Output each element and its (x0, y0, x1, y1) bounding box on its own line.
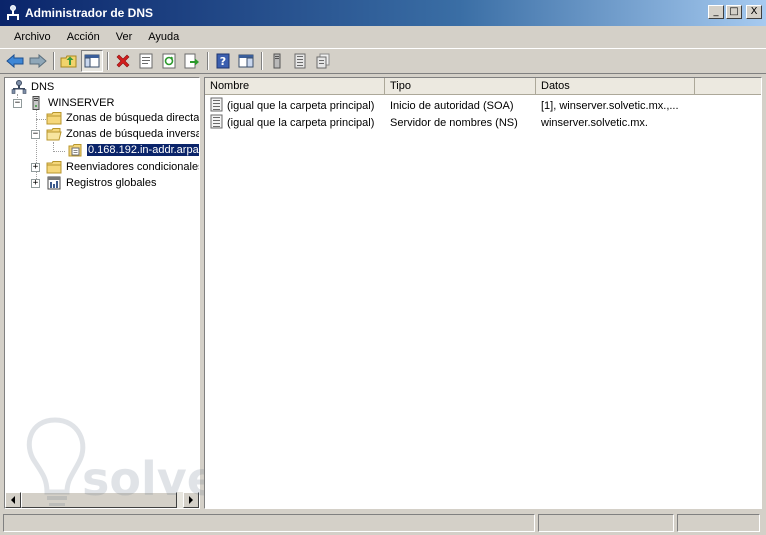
window-title: Administrador de DNS (25, 6, 154, 20)
expand-icon[interactable]: + (31, 178, 40, 188)
status-panel-main (3, 514, 535, 532)
tree-label-conditional-forwarders: Reenviadores condicionales (66, 161, 200, 173)
column-header-tipo[interactable]: Tipo (385, 78, 536, 95)
svg-text:?: ? (220, 55, 226, 68)
tree-item-reverse-zones[interactable]: − Zonas de búsqueda inversa (31, 126, 200, 142)
tree-item-winserver[interactable]: − WINSERVER (13, 95, 114, 111)
scroll-right-icon[interactable] (183, 492, 199, 508)
row-type: Inicio de autoridad (SOA) (390, 99, 514, 112)
up-folder-icon[interactable] (58, 50, 80, 72)
tree-label-global-logs: Registros globales (66, 177, 157, 189)
tree-item-forward-zones[interactable]: Zonas de búsqueda directa (46, 110, 199, 126)
folder-open-icon (46, 127, 62, 141)
zone-file-icon (67, 143, 83, 157)
tree-line (53, 151, 65, 152)
close-button[interactable]: X (746, 5, 762, 19)
scroll-thumb[interactable] (21, 492, 177, 508)
column-header-empty (695, 78, 761, 95)
column-header-nombre[interactable]: Nombre (205, 78, 385, 95)
server-icon (28, 96, 44, 110)
dns-icon (11, 80, 27, 94)
tree-label-forward-zones: Zonas de búsqueda directa (66, 112, 200, 124)
menu-accion[interactable]: Acción (61, 31, 106, 43)
list-header: Nombre Tipo Datos (205, 78, 761, 95)
record-icon (205, 114, 227, 132)
title-bar: Administrador de DNS _ □ X (0, 0, 766, 26)
refresh-icon[interactable] (158, 50, 180, 72)
tree-item-dns[interactable]: DNS (11, 79, 54, 95)
tree-label-dns: DNS (31, 81, 55, 93)
row-type: Servidor de nombres (NS) (390, 116, 518, 129)
details-list-pane[interactable]: Nombre Tipo Datos (igual que la carpeta … (204, 77, 762, 509)
menu-ayuda[interactable]: Ayuda (142, 31, 185, 43)
folder-icon (46, 111, 62, 125)
toolbar-separator (53, 52, 55, 70)
back-arrow-icon[interactable] (4, 50, 26, 72)
event-log-icon (46, 176, 62, 190)
status-panel-secondary (538, 514, 674, 532)
toolbar-separator (261, 52, 263, 70)
new-record-icon[interactable] (312, 50, 334, 72)
folder-icon (46, 160, 62, 174)
tree-item-reverse-zone-selected[interactable]: 0.168.192.in-addr.arpa (67, 142, 199, 158)
status-panel-tertiary (677, 514, 760, 532)
properties-icon[interactable] (135, 50, 157, 72)
menu-ver[interactable]: Ver (110, 31, 139, 43)
toolbar-separator (107, 52, 109, 70)
column-header-datos[interactable]: Datos (536, 78, 695, 95)
tree-item-global-logs[interactable]: + Registros globales (31, 175, 157, 191)
delete-icon[interactable] (112, 50, 134, 72)
scroll-left-icon[interactable] (5, 492, 21, 508)
toolbar-separator (207, 52, 209, 70)
expand-icon[interactable]: + (31, 162, 40, 172)
server-icon[interactable] (266, 50, 288, 72)
dns-app-icon (6, 5, 20, 21)
forward-arrow-icon[interactable] (27, 50, 49, 72)
list-row[interactable]: (igual que la carpeta principal) Inicio … (205, 97, 701, 114)
scroll-track[interactable] (21, 492, 183, 508)
collapse-icon[interactable]: − (13, 98, 22, 108)
tree-label-winserver: WINSERVER (48, 97, 115, 109)
record-icon[interactable] (289, 50, 311, 72)
maximize-button[interactable]: □ (726, 5, 742, 19)
menu-archivo[interactable]: Archivo (8, 31, 57, 43)
tree-label-reverse-zones: Zonas de búsqueda inversa (66, 128, 200, 140)
console-tree-pane[interactable]: DNS − WINSERVER Zonas de búsqueda direct… (4, 77, 200, 509)
tree-horizontal-scrollbar[interactable] (5, 492, 199, 508)
console-tree-icon[interactable] (81, 50, 103, 72)
show-hide-panel-icon[interactable] (235, 50, 257, 72)
row-data: winserver.solvetic.mx. (541, 116, 648, 129)
help-icon[interactable]: ? (212, 50, 234, 72)
list-row[interactable]: (igual que la carpeta principal) Servido… (205, 114, 701, 131)
menu-bar: Archivo Acción Ver Ayuda (0, 26, 766, 48)
tree-item-conditional-forwarders[interactable]: + Reenviadores condicionales (31, 159, 200, 175)
export-list-icon[interactable] (181, 50, 203, 72)
record-icon (205, 97, 227, 115)
minimize-button[interactable]: _ (708, 5, 724, 19)
row-name: (igual que la carpeta principal) (227, 99, 375, 112)
status-bar (0, 512, 766, 534)
collapse-icon[interactable]: − (31, 129, 40, 139)
row-data: [1], winserver.solvetic.mx.,... (541, 99, 679, 112)
tree-label-selected-zone: 0.168.192.in-addr.arpa (86, 143, 199, 157)
row-name: (igual que la carpeta principal) (227, 116, 375, 129)
toolbar: ? (0, 48, 766, 74)
